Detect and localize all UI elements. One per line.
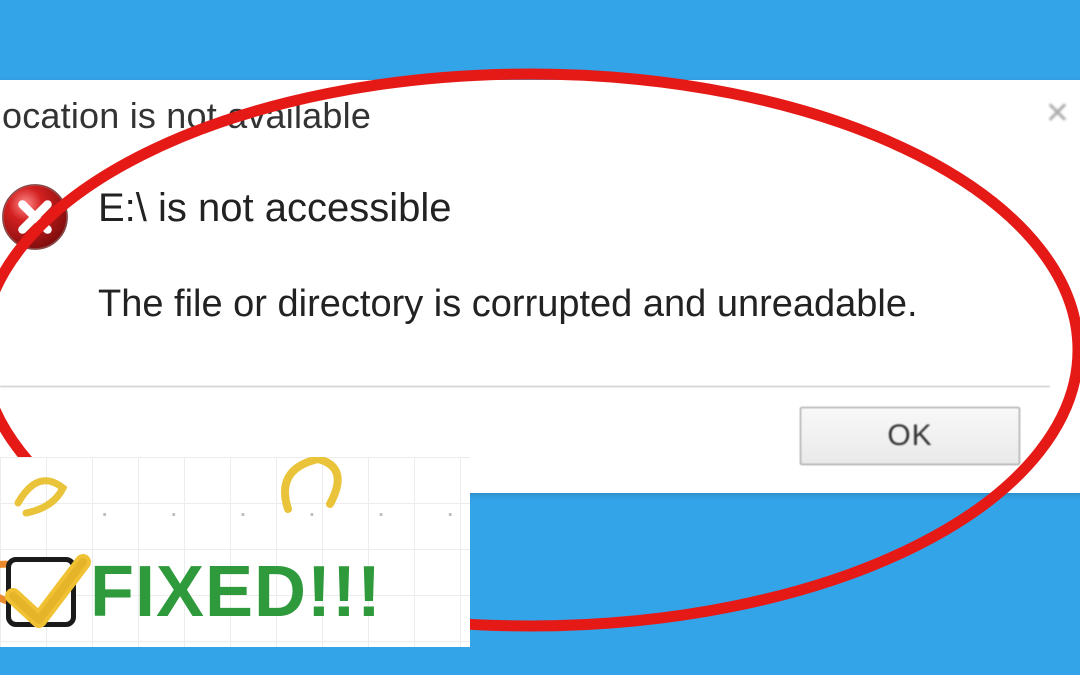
dot-row: · · · · · · · ·	[100, 497, 470, 529]
dialog-body: E:\ is not accessible The file or direct…	[0, 152, 1080, 360]
message-detail: The file or directory is corrupted and u…	[98, 279, 1050, 330]
fixed-label: FIXED!!!	[90, 551, 382, 633]
dialog-separator	[0, 386, 1050, 387]
checkbox-icon	[6, 557, 76, 627]
error-dialog: ocation is not available ✕ E:\ is not ac…	[0, 80, 1080, 493]
close-icon[interactable]: ✕	[1045, 96, 1070, 131]
ok-button[interactable]: OK	[800, 407, 1020, 465]
dialog-titlebar[interactable]: ocation is not available ✕	[0, 80, 1080, 152]
error-icon	[0, 182, 70, 252]
message-title: E:\ is not accessible	[98, 186, 1050, 231]
dialog-message: E:\ is not accessible The file or direct…	[98, 182, 1050, 330]
dialog-title: ocation is not available	[2, 95, 371, 137]
fixed-row: FIXED!!!	[6, 551, 382, 633]
fixed-badge: · · · · · · · · FIXED!!!	[0, 457, 470, 647]
